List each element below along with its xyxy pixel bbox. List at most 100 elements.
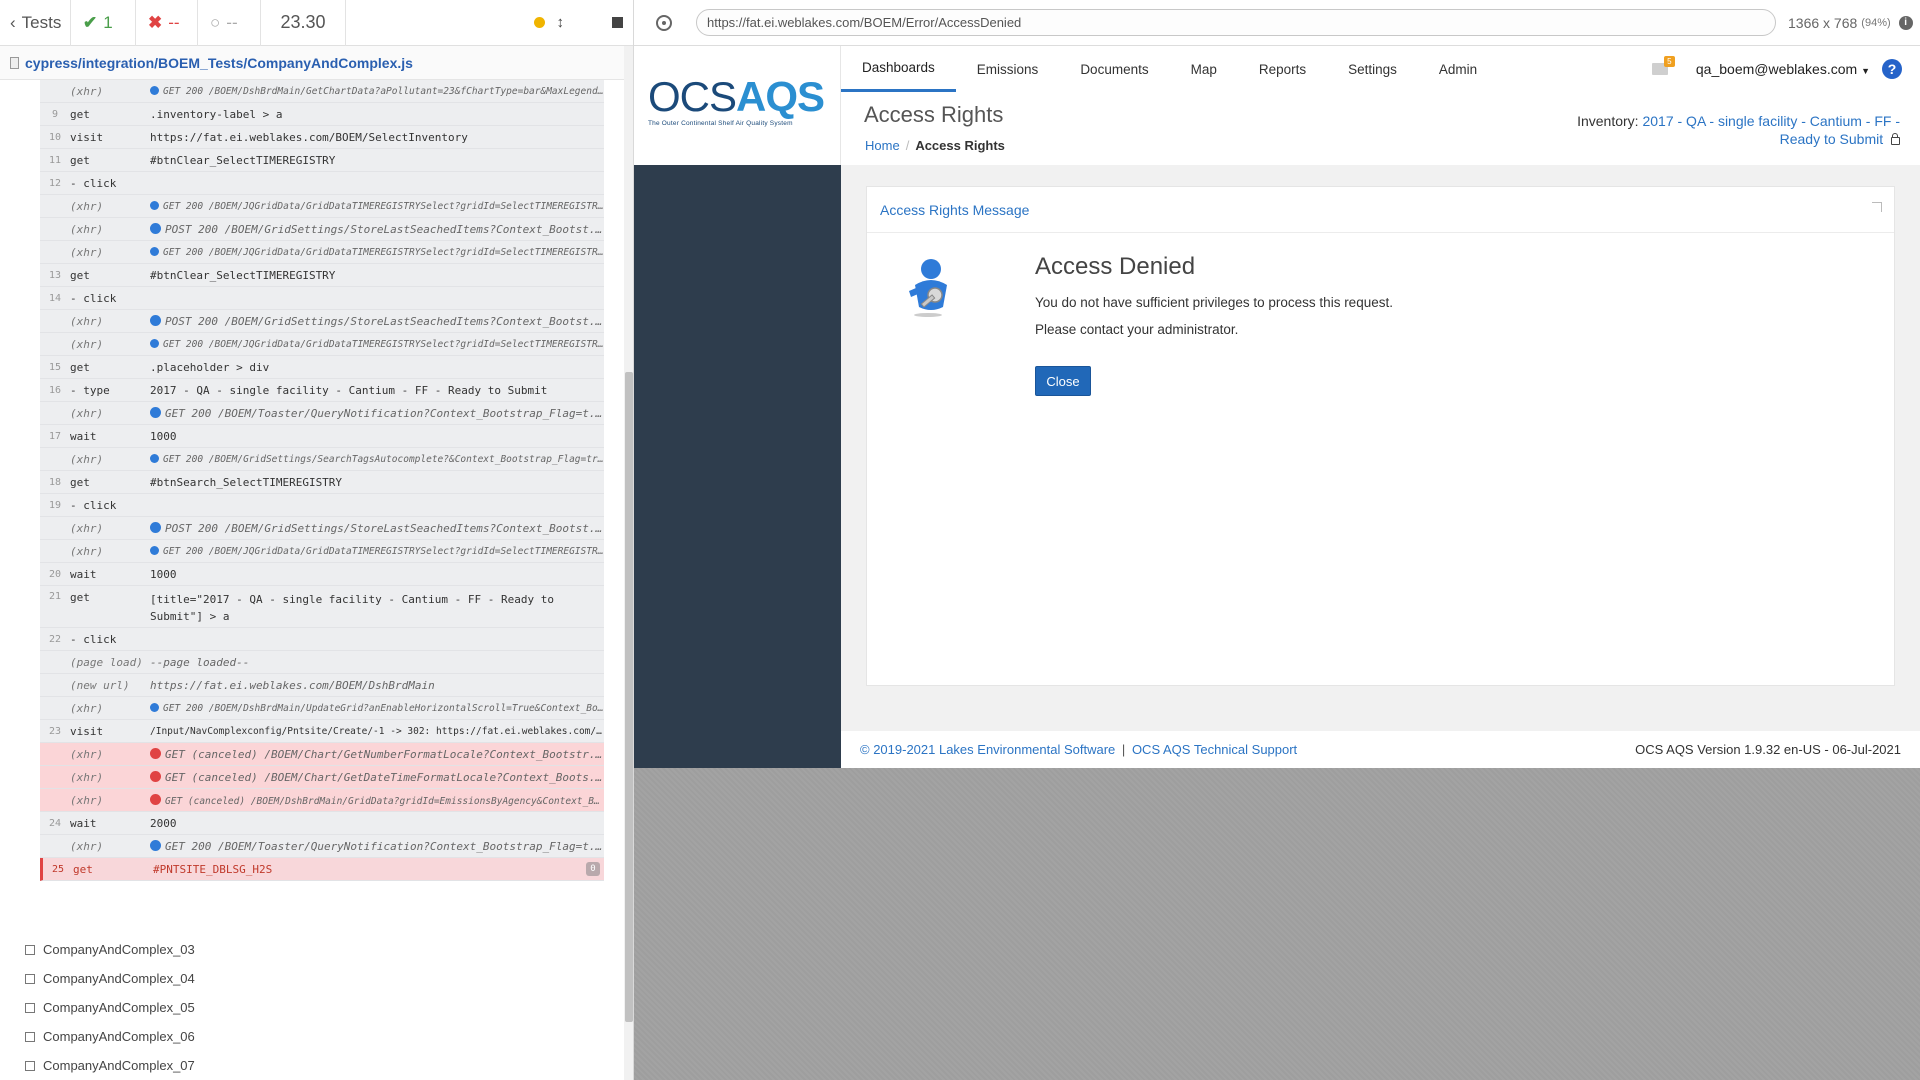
command-log-row[interactable]: 9 get .inventory-label > a bbox=[40, 103, 604, 126]
command-log-row[interactable]: 21 get [title="2017 - QA - single facility… bbox=[40, 586, 604, 628]
failed-count: ✖ -- bbox=[136, 0, 198, 46]
user-area: 5 qa_boem@weblakes.com ▼ ? bbox=[1651, 46, 1902, 92]
command-message: https://fat.ei.weblakes.com/BOEM/SelectI… bbox=[150, 131, 604, 144]
command-log-row[interactable]: 18 get #btnSearch_SelectTIMEREGISTRY bbox=[40, 471, 604, 494]
command-message-text: 1000 bbox=[150, 567, 177, 581]
command-log-xhr-row[interactable]: (xhr) POST 200 /BOEM/GridSettings/StoreLa… bbox=[40, 517, 604, 540]
command-log-row[interactable]: 16 - type 2017 - QA - single facility - C… bbox=[40, 379, 604, 402]
command-log-row[interactable]: 12 - click bbox=[40, 172, 604, 195]
test-item[interactable]: CompanyAndComplex_04 bbox=[25, 964, 605, 993]
command-log-row[interactable]: 10 visit https://fat.ei.weblakes.com/BOEM/… bbox=[40, 126, 604, 149]
command-log-row[interactable]: 17 wait 1000 bbox=[40, 425, 604, 448]
main-content: Access Rights Message Access Denied You … bbox=[841, 165, 1920, 731]
nav-map[interactable]: Map bbox=[1170, 46, 1238, 92]
logo-area[interactable]: OCSAQS The Outer Continental Shelf Air Q… bbox=[634, 46, 841, 165]
command-log-xhr-row[interactable]: (xhr) GET 200 /BOEM/JQGridData/GridDataTI… bbox=[40, 540, 604, 563]
command-log-xhr-row[interactable]: (xhr) GET 200 /BOEM/JQGridData/GridDataTI… bbox=[40, 333, 604, 356]
sidebar bbox=[634, 165, 841, 768]
command-message: [title="2017 - QA - single facility - Ca… bbox=[150, 591, 604, 625]
command-log-row[interactable]: 14 - click bbox=[40, 287, 604, 310]
nav-documents[interactable]: Documents bbox=[1059, 46, 1169, 92]
command-log-row[interactable]: 19 - click bbox=[40, 494, 604, 517]
technical-support-link[interactable]: OCS AQS Technical Support bbox=[1132, 742, 1297, 757]
command-log-row[interactable]: 22 - click bbox=[40, 628, 604, 651]
command-log-xhr-row[interactable]: (xhr) GET 200 /BOEM/GridSettings/SearchTa… bbox=[40, 448, 604, 471]
command-log-row[interactable]: 20 wait 1000 bbox=[40, 563, 604, 586]
inventory-link[interactable]: 2017 - QA - single facility - Cantium - … bbox=[1642, 113, 1900, 147]
expand-icon[interactable] bbox=[1872, 202, 1882, 212]
command-message-text: POST 200 /BOEM/GridSettings/StoreLastSea… bbox=[165, 222, 604, 236]
breadcrumb: Home / Access Rights bbox=[865, 138, 1005, 153]
nav-settings[interactable]: Settings bbox=[1327, 46, 1418, 92]
command-log-xhr-row[interactable]: (xhr) GET (canceled) /BOEM/Chart/GetNumbe… bbox=[40, 743, 604, 766]
close-button[interactable]: Close bbox=[1035, 366, 1091, 396]
command-log-xhr-row[interactable]: (page load) --page loaded-- bbox=[40, 651, 604, 674]
command-message: POST 200 /BOEM/GridSettings/StoreLastSea… bbox=[150, 314, 604, 328]
user-menu[interactable]: qa_boem@weblakes.com ▼ bbox=[1696, 61, 1870, 77]
reporter-scrollbar[interactable] bbox=[624, 46, 633, 1080]
command-log-row[interactable]: 25 get #PNTSITE_DBLSG_H2S 0 bbox=[40, 858, 604, 881]
app-footer: © 2019-2021 Lakes Environmental Software… bbox=[841, 731, 1920, 768]
back-to-tests-button[interactable]: ‹ Tests bbox=[0, 0, 71, 46]
help-icon[interactable]: ? bbox=[1882, 59, 1902, 79]
command-name: (xhr) bbox=[70, 747, 104, 761]
command-message: .inventory-label > a bbox=[150, 108, 604, 121]
test-status-icon bbox=[25, 1002, 35, 1013]
auto-scroll-icon[interactable]: ↕ bbox=[557, 14, 565, 31]
request-dot-icon bbox=[150, 338, 159, 348]
info-icon[interactable]: i bbox=[1898, 15, 1913, 30]
spec-file-path[interactable]: cypress/integration/BOEM_Tests/CompanyAn… bbox=[0, 46, 633, 80]
nav-reports[interactable]: Reports bbox=[1238, 46, 1327, 92]
command-message: GET (canceled) /BOEM/DshBrdMain/GridData… bbox=[150, 793, 604, 807]
command-message-text: .inventory-label > a bbox=[150, 107, 283, 121]
viewport-size: 1366 x 768 bbox=[1788, 14, 1858, 31]
test-item[interactable]: CompanyAndComplex_03 bbox=[25, 935, 605, 964]
command-log-xhr-row[interactable]: (xhr) GET 200 /BOEM/DshBrdMain/GetChartDa… bbox=[40, 80, 604, 103]
duration: 23.30 bbox=[261, 0, 346, 46]
aut-url-bar: https://fat.ei.weblakes.com/BOEM/Error/A… bbox=[634, 0, 1920, 46]
command-message: 1000 bbox=[150, 568, 604, 581]
command-message: .placeholder > div bbox=[150, 361, 604, 374]
breadcrumb-home[interactable]: Home bbox=[865, 138, 900, 153]
request-failed-dot-icon bbox=[150, 747, 161, 759]
nav-admin[interactable]: Admin bbox=[1418, 46, 1498, 92]
command-log-xhr-row[interactable]: (xhr) GET 200 /BOEM/JQGridData/GridDataTI… bbox=[40, 195, 604, 218]
command-log-row[interactable]: 13 get #btnClear_SelectTIMEREGISTRY bbox=[40, 264, 604, 287]
command-log-xhr-row[interactable]: (xhr) GET 200 /BOEM/JQGridData/GridDataTI… bbox=[40, 241, 604, 264]
command-log-xhr-row[interactable]: (xhr) GET 200 /BOEM/DshBrdMain/UpdateGrid… bbox=[40, 697, 604, 720]
test-item[interactable]: CompanyAndComplex_05 bbox=[25, 993, 605, 1022]
command-number: 23 bbox=[48, 725, 62, 737]
nav-emissions[interactable]: Emissions bbox=[956, 46, 1060, 92]
selector-playground-icon[interactable] bbox=[656, 14, 672, 31]
mail-icon[interactable]: 5 bbox=[1651, 56, 1675, 75]
nav-dashboards[interactable]: Dashboards bbox=[841, 46, 956, 92]
url-display[interactable]: https://fat.ei.weblakes.com/BOEM/Error/A… bbox=[696, 9, 1776, 36]
command-log-xhr-row[interactable]: (xhr) POST 200 /BOEM/GridSettings/StoreLa… bbox=[40, 310, 604, 333]
command-log-xhr-row[interactable]: (xhr) GET 200 /BOEM/Toaster/QueryNotifica… bbox=[40, 402, 604, 425]
command-message-text: POST 200 /BOEM/GridSettings/StoreLastSea… bbox=[165, 521, 604, 535]
command-log-row[interactable]: 15 get .placeholder > div bbox=[40, 356, 604, 379]
command-log-row[interactable]: 24 wait 2000 bbox=[40, 812, 604, 835]
command-name: (xhr) bbox=[70, 521, 104, 535]
command-message-text: [title="2017 - QA - single facility - Ca… bbox=[150, 593, 554, 623]
test-item[interactable]: CompanyAndComplex_06 bbox=[25, 1022, 605, 1051]
stop-icon[interactable] bbox=[612, 17, 623, 28]
command-message-text: GET 200 /BOEM/DshBrdMain/UpdateGrid?anEn… bbox=[163, 702, 604, 714]
command-name: (page load) bbox=[70, 655, 143, 669]
command-log-xhr-row[interactable]: (xhr) GET (canceled) /BOEM/Chart/GetDateT… bbox=[40, 766, 604, 789]
command-name: get bbox=[70, 153, 90, 167]
command-log-xhr-row[interactable]: (xhr) POST 200 /BOEM/GridSettings/StoreLa… bbox=[40, 218, 604, 241]
command-log-row[interactable]: 23 visit/Input/NavComplexconfig/Pntsite/C… bbox=[40, 720, 604, 743]
command-log-xhr-row[interactable]: (xhr) GET (canceled) /BOEM/DshBrdMain/Gri… bbox=[40, 789, 604, 812]
copyright-link[interactable]: © 2019-2021 Lakes Environmental Software bbox=[860, 742, 1115, 757]
test-status-icon bbox=[25, 973, 35, 984]
command-log-xhr-row[interactable]: (new url) https://fat.ei.weblakes.com/BOE… bbox=[40, 674, 604, 697]
breadcrumb-separator: / bbox=[905, 138, 910, 153]
command-message: #PNTSITE_DBLSG_H2S bbox=[153, 863, 586, 876]
command-log-xhr-row[interactable]: (xhr) GET 200 /BOEM/Toaster/QueryNotifica… bbox=[40, 835, 604, 858]
test-item[interactable]: CompanyAndComplex_07 bbox=[25, 1051, 605, 1080]
command-name: - click bbox=[70, 291, 117, 305]
command-log-row[interactable]: 11 get #btnClear_SelectTIMEREGISTRY bbox=[40, 149, 604, 172]
command-name: get bbox=[70, 591, 90, 604]
request-dot-icon bbox=[150, 314, 161, 326]
